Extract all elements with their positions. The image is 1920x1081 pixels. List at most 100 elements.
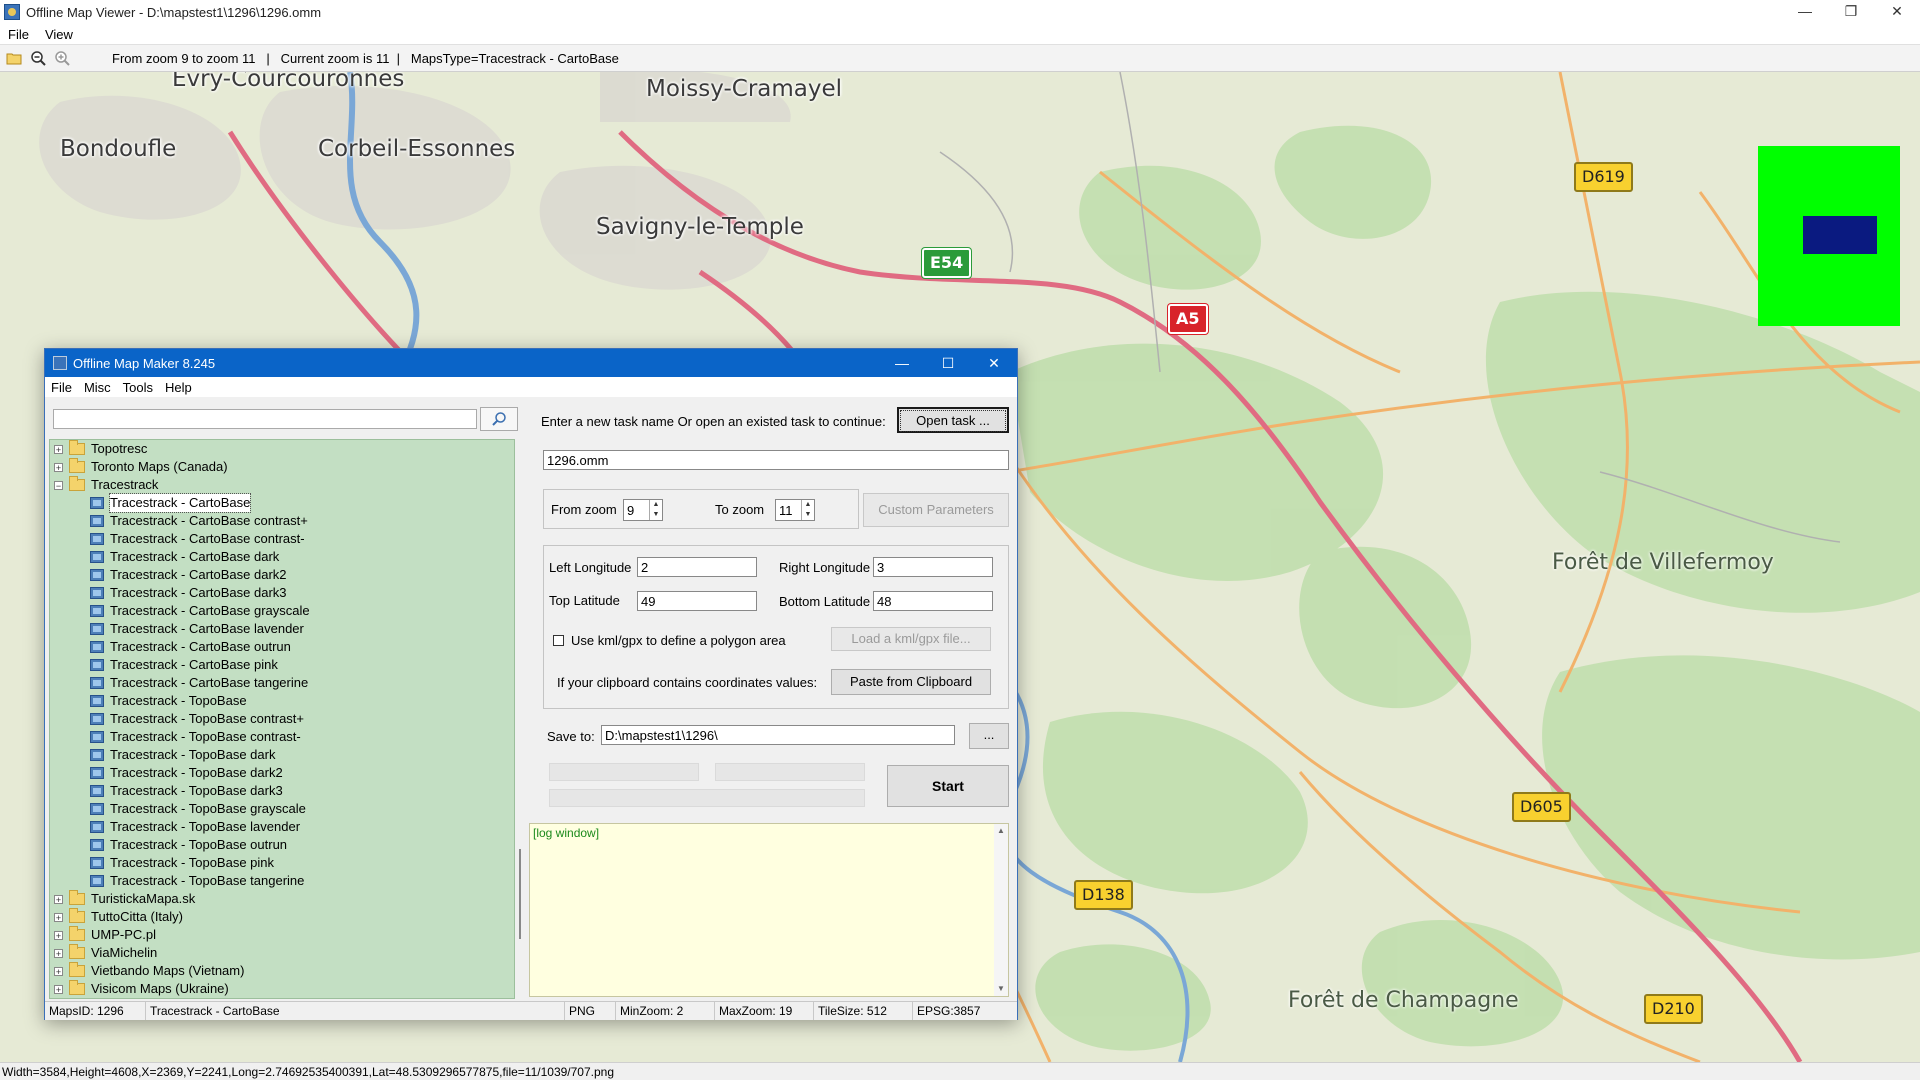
- tree-folder-item[interactable]: + Visicom Maps (Ukraine): [54, 980, 229, 998]
- tree-scrollbar[interactable]: [517, 439, 525, 999]
- dialog-maximize-button[interactable]: ☐: [925, 349, 971, 377]
- tree-map-item[interactable]: Tracestrack - CartoBase grayscale: [90, 602, 310, 620]
- tree-map-item[interactable]: Tracestrack - CartoBase dark2: [90, 566, 287, 584]
- tree-folder-item[interactable]: + TuristickaMapa.sk: [54, 890, 195, 908]
- folder-icon: [69, 944, 85, 959]
- chevron-up-icon[interactable]: ▲: [802, 500, 814, 510]
- tree-map-item[interactable]: Tracestrack - CartoBase dark3: [90, 584, 287, 602]
- map-icon: [90, 695, 104, 707]
- tree-expander-icon[interactable]: +: [54, 894, 63, 904]
- top-latitude-field[interactable]: [637, 591, 757, 611]
- status-max-zoom: MaxZoom: 19: [715, 1002, 814, 1020]
- dialog-menu-tools[interactable]: Tools: [117, 380, 159, 395]
- tree-item-label: Tracestrack - CartoBase dark3: [110, 585, 287, 600]
- search-button[interactable]: [480, 407, 518, 431]
- tree-item-label: Tracestrack - TopoBase pink: [110, 855, 275, 870]
- search-icon: [492, 412, 506, 426]
- tree-expander-icon[interactable]: +: [54, 966, 63, 976]
- maps-search-input[interactable]: [53, 409, 477, 429]
- tree-folder-item[interactable]: + Toronto Maps (Canada): [54, 458, 228, 476]
- folder-icon: [69, 908, 85, 923]
- dialog-minimize-button[interactable]: —: [879, 349, 925, 377]
- tree-expander-icon[interactable]: +: [54, 948, 63, 958]
- tree-folder-item[interactable]: + TuttoCitta (Italy): [54, 908, 183, 926]
- tree-expander-icon[interactable]: +: [54, 930, 63, 940]
- tree-map-item[interactable]: Tracestrack - TopoBase grayscale: [90, 800, 306, 818]
- browse-button[interactable]: ...: [969, 723, 1009, 749]
- tree-folder-item[interactable]: + ViaMichelin: [54, 944, 157, 962]
- tree-map-item[interactable]: Tracestrack - TopoBase lavender: [90, 818, 300, 836]
- road-shield: E54: [922, 248, 972, 278]
- left-longitude-field[interactable]: [637, 557, 757, 577]
- close-button[interactable]: ✕: [1874, 0, 1920, 24]
- tree-expander-icon[interactable]: +: [54, 444, 63, 454]
- tree-map-item[interactable]: Tracestrack - CartoBase dark: [90, 548, 279, 566]
- tree-map-item[interactable]: Tracestrack - CartoBase outrun: [90, 638, 291, 656]
- tree-map-item[interactable]: Tracestrack - TopoBase: [90, 692, 247, 710]
- tree-map-item[interactable]: Tracestrack - TopoBase outrun: [90, 836, 287, 854]
- tree-folder-item[interactable]: + Vietbando Maps (Vietnam): [54, 962, 244, 980]
- zoom-in-icon[interactable]: [52, 48, 72, 68]
- tree-map-item[interactable]: Tracestrack - TopoBase dark: [90, 746, 275, 764]
- tree-map-item[interactable]: Tracestrack - TopoBase dark2: [90, 764, 283, 782]
- log-scrollbar[interactable]: ▲ ▼: [994, 824, 1008, 996]
- scroll-down-icon[interactable]: ▼: [994, 982, 1008, 996]
- minimize-button[interactable]: —: [1782, 0, 1828, 24]
- tree-map-item[interactable]: Tracestrack - CartoBase pink: [90, 656, 278, 674]
- tree-map-item[interactable]: Tracestrack - TopoBase contrast+: [90, 710, 304, 728]
- dialog-menu-help[interactable]: Help: [159, 380, 198, 395]
- kml-checkbox[interactable]: [553, 635, 564, 646]
- map-icon: [90, 785, 104, 797]
- bottom-latitude-field[interactable]: [873, 591, 993, 611]
- scroll-up-icon[interactable]: ▲: [994, 824, 1008, 838]
- paste-from-clipboard-button[interactable]: Paste from Clipboard: [831, 669, 991, 695]
- chevron-down-icon[interactable]: ▼: [650, 510, 662, 520]
- status-maps-id: MapsID: 1296: [45, 1002, 146, 1020]
- dialog-title-bar[interactable]: Offline Map Maker 8.245 — ☐ ✕: [45, 349, 1017, 377]
- save-to-field[interactable]: [601, 725, 955, 745]
- open-folder-icon[interactable]: [4, 48, 24, 68]
- open-task-button[interactable]: Open task ...: [897, 407, 1009, 433]
- tree-map-item[interactable]: Tracestrack - CartoBase lavender: [90, 620, 304, 638]
- maps-tree-view[interactable]: + Topotresc + Toronto Maps (Canada) − Tracest…: [49, 439, 515, 999]
- menu-file[interactable]: File: [0, 27, 37, 42]
- task-name-field[interactable]: [543, 450, 1009, 470]
- tree-expander-icon[interactable]: −: [54, 480, 63, 490]
- chevron-down-icon[interactable]: ▼: [802, 510, 814, 520]
- minimap-viewport[interactable]: [1803, 216, 1877, 254]
- overview-minimap[interactable]: [1758, 146, 1900, 326]
- dialog-menu-file[interactable]: File: [45, 380, 78, 395]
- scrollbar-thumb[interactable]: [519, 849, 521, 939]
- from-zoom-stepper[interactable]: ▲▼: [623, 499, 663, 521]
- custom-parameters-button[interactable]: Custom Parameters: [863, 493, 1009, 527]
- tree-folder-item[interactable]: + UMP-PC.pl: [54, 926, 156, 944]
- load-kml-button[interactable]: Load a kml/gpx file...: [831, 627, 991, 651]
- tree-expander-icon[interactable]: +: [54, 912, 63, 922]
- road-shield: D210: [1644, 994, 1703, 1024]
- tree-folder-item[interactable]: − Tracestrack: [54, 476, 158, 494]
- menu-view[interactable]: View: [37, 27, 81, 42]
- tree-item-label: Visicom Maps (Ukraine): [91, 981, 229, 996]
- tree-map-item[interactable]: Tracestrack - CartoBase: [90, 493, 252, 513]
- tree-map-item[interactable]: Tracestrack - TopoBase pink: [90, 854, 274, 872]
- tree-item-label: TuttoCitta (Italy): [91, 909, 183, 924]
- maximize-button[interactable]: ❐: [1828, 0, 1874, 24]
- tree-map-item[interactable]: Tracestrack - TopoBase contrast-: [90, 728, 301, 746]
- tree-expander-icon[interactable]: +: [54, 462, 63, 472]
- zoom-out-icon[interactable]: [28, 48, 48, 68]
- tree-expander-icon[interactable]: +: [54, 984, 63, 994]
- tree-map-item[interactable]: Tracestrack - TopoBase tangerine: [90, 872, 304, 890]
- tree-map-item[interactable]: Tracestrack - CartoBase contrast+: [90, 512, 308, 530]
- right-longitude-field[interactable]: [873, 557, 993, 577]
- start-button[interactable]: Start: [887, 765, 1009, 807]
- tree-map-item[interactable]: Tracestrack - CartoBase tangerine: [90, 674, 308, 692]
- dialog-close-button[interactable]: ✕: [971, 349, 1017, 377]
- dialog-menu-misc[interactable]: Misc: [78, 380, 117, 395]
- tree-folder-item[interactable]: + Topotresc: [54, 440, 147, 458]
- log-window[interactable]: [log window] ▲ ▼: [529, 823, 1009, 997]
- to-zoom-stepper[interactable]: ▲▼: [775, 499, 815, 521]
- tree-map-item[interactable]: Tracestrack - CartoBase contrast-: [90, 530, 305, 548]
- tree-item-label: Tracestrack - CartoBase outrun: [110, 639, 291, 654]
- tree-map-item[interactable]: Tracestrack - TopoBase dark3: [90, 782, 283, 800]
- chevron-up-icon[interactable]: ▲: [650, 500, 662, 510]
